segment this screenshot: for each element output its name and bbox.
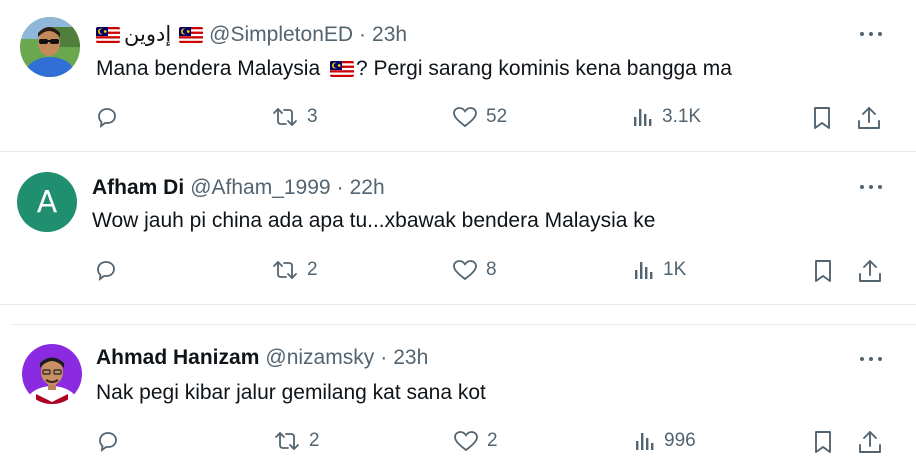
repost-button[interactable]: 2: [273, 429, 320, 453]
repost-button[interactable]: 2: [271, 258, 318, 282]
bookmark-icon: [815, 431, 831, 453]
like-count: 2: [487, 430, 498, 451]
heart-icon: [453, 107, 477, 128]
more-options-icon[interactable]: [860, 354, 882, 364]
user-avatar[interactable]: A: [17, 172, 77, 232]
separator-dot: ·: [380, 346, 388, 369]
separator-dot: ·: [359, 23, 367, 46]
tweet-text-part: ? Pergi sarang kominis kena bangga ma: [355, 57, 732, 80]
repost-icon: [275, 432, 299, 450]
like-button[interactable]: 8: [452, 258, 497, 282]
tweet-header: إدوين @SimpletonED · 23h: [96, 22, 407, 48]
display-name[interactable]: إدوين: [124, 22, 171, 48]
more-options-icon[interactable]: [860, 182, 882, 192]
share-button[interactable]: [857, 429, 883, 455]
more-options-icon[interactable]: [860, 29, 882, 39]
separator-dot: ·: [336, 176, 344, 199]
timestamp[interactable]: 23h: [372, 22, 407, 48]
tweet-header: Ahmad Hanizam @nizamsky · 23h: [96, 345, 428, 371]
views-button[interactable]: 996: [634, 429, 696, 453]
repost-count: 3: [307, 106, 318, 127]
malaysia-flag-icon: [96, 27, 120, 43]
like-count: 8: [486, 259, 497, 280]
like-button[interactable]: 2: [453, 429, 498, 453]
tweet-text: Wow jauh pi china ada apa tu...xbawak be…: [92, 209, 656, 232]
tweet-3[interactable]: Ahmad Hanizam @nizamsky · 23h Nak pegi k…: [0, 325, 916, 469]
repost-icon: [273, 261, 297, 279]
timestamp[interactable]: 22h: [350, 175, 385, 201]
like-count: 52: [486, 106, 508, 127]
timestamp[interactable]: 23h: [393, 345, 428, 371]
heart-icon: [453, 260, 477, 281]
tweet-1[interactable]: إدوين @SimpletonED · 23h Mana bendera Ma…: [0, 0, 916, 150]
bookmark-button[interactable]: [810, 105, 834, 131]
display-name[interactable]: Afham Di: [92, 175, 184, 201]
heart-icon: [454, 431, 478, 452]
tweet-text: Mana bendera Malaysia ? Pergi sarang kom…: [96, 56, 732, 82]
reply-button[interactable]: [94, 258, 118, 282]
avatar-letter: A: [36, 184, 58, 220]
bookmark-icon: [814, 107, 830, 129]
user-handle[interactable]: @SimpletonED: [209, 22, 353, 48]
user-avatar[interactable]: [22, 344, 82, 404]
repost-count: 2: [309, 430, 320, 451]
views-button[interactable]: 3.1K: [632, 105, 701, 129]
views-count: 3.1K: [662, 106, 702, 127]
share-icon: [859, 260, 881, 282]
display-name[interactable]: Ahmad Hanizam: [96, 345, 259, 371]
reply-button[interactable]: [96, 429, 120, 453]
tweet-divider: [0, 304, 916, 305]
user-handle[interactable]: @Afham_1999: [190, 175, 330, 201]
tweet-text-part: Mana bendera Malaysia: [96, 57, 321, 80]
repost-icon: [273, 108, 297, 126]
repost-button[interactable]: 3: [271, 105, 318, 129]
tweet-2[interactable]: A Afham Di @Afham_1999 · 22h Wow jauh pi…: [0, 152, 916, 304]
repost-count: 2: [307, 259, 318, 280]
views-icon: [634, 109, 652, 126]
tweet-header: Afham Di @Afham_1999 · 22h: [92, 175, 385, 201]
bookmark-button[interactable]: [811, 429, 835, 455]
reply-icon: [98, 108, 116, 128]
user-avatar[interactable]: [20, 17, 80, 77]
user-handle[interactable]: @nizamsky: [265, 345, 374, 371]
tweet-text: Nak pegi kibar jalur gemilang kat sana k…: [96, 381, 486, 404]
share-icon: [859, 431, 881, 453]
share-icon: [858, 107, 880, 129]
malaysia-flag-icon: [329, 61, 354, 78]
views-icon: [636, 433, 654, 450]
reply-icon: [99, 432, 117, 452]
views-count: 996: [664, 430, 696, 451]
share-button[interactable]: [856, 105, 882, 131]
malaysia-flag-icon: [179, 27, 204, 43]
share-button[interactable]: [857, 258, 883, 284]
reply-icon: [97, 261, 115, 281]
views-count: 1K: [663, 259, 687, 280]
views-button[interactable]: 1K: [633, 258, 686, 282]
bookmark-icon: [815, 260, 831, 282]
like-button[interactable]: 52: [452, 105, 507, 129]
bookmark-button[interactable]: [811, 258, 835, 284]
views-icon: [635, 262, 653, 279]
reply-button[interactable]: [95, 105, 119, 129]
